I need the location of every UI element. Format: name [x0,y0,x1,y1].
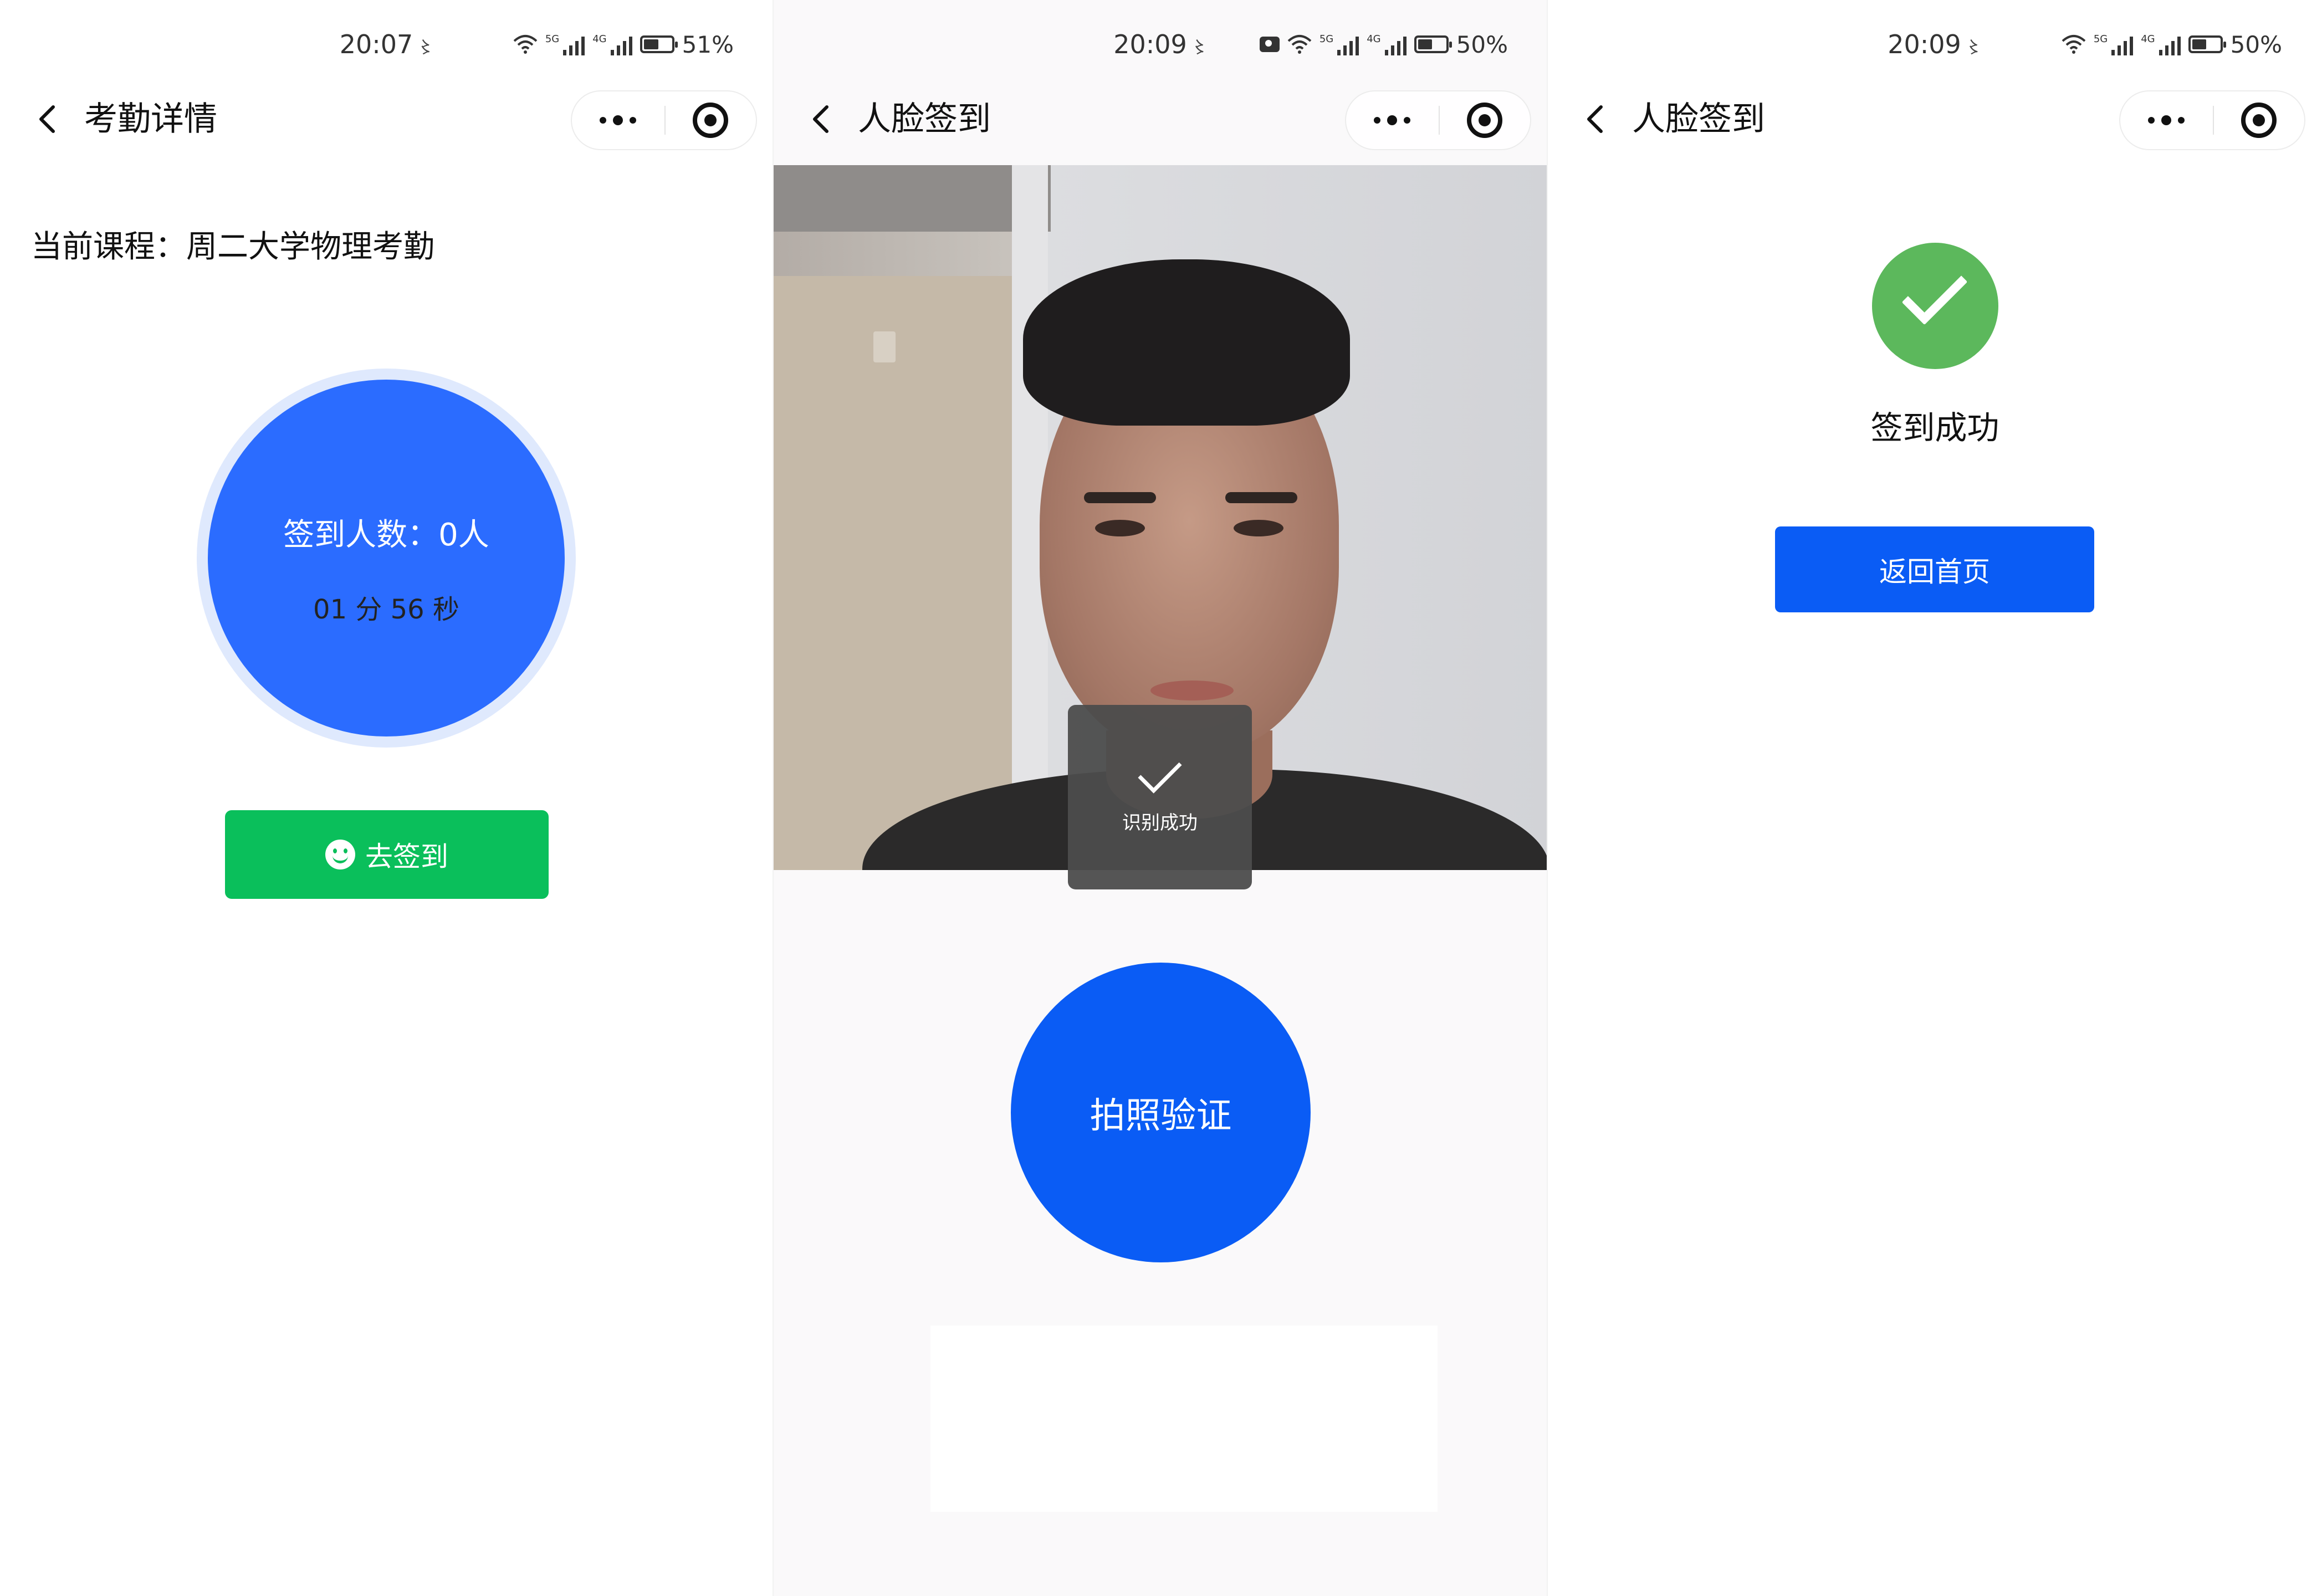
go-checkin-label: 去签到 [365,841,448,873]
close-mini-program-icon[interactable] [2213,91,2304,149]
status-bar: 20:07 〻 5G 4G 51% [0,22,774,66]
nav-bar: 人脸签到 [774,86,1548,152]
close-mini-program-icon[interactable] [664,91,756,149]
face-checkin-screen: 20:09 〻 5G 4G 50% 人脸签到 识别成功 拍照验证 [774,0,1548,1596]
status-time: 20:09 [1888,29,1961,59]
back-icon[interactable] [33,104,64,135]
status-bar: 20:09 〻 5G 4G 50% [774,22,1548,66]
battery-icon [1414,35,1452,53]
current-course: 当前课程：周二大学物理考勤 [31,229,434,265]
signal-icon: 5G [2094,33,2134,55]
more-icon[interactable] [2120,91,2212,149]
page-title: 人脸签到 [858,100,991,139]
more-icon[interactable] [1346,91,1438,149]
check-icon [1138,749,1182,794]
wifi-icon [1287,35,1312,54]
more-icon[interactable] [572,91,663,149]
vowifi-icon: 〻 [1965,38,1982,58]
photo-verify-label: 拍照验证 [1090,1095,1232,1137]
back-home-label: 返回首页 [1879,555,1990,588]
battery-icon [2188,35,2226,53]
checkin-timer: 01 分 56 秒 [313,594,459,625]
checkin-result-screen: 20:09 〻 5G 4G 50% 人脸签到 签到成功 返回首页 [1548,0,2322,1596]
battery-percent: 50% [1456,30,1508,58]
close-mini-program-icon[interactable] [1439,91,1530,149]
wifi-icon [2062,35,2086,54]
status-time: 20:07 [339,29,413,59]
recognition-success-toast: 识别成功 [1068,705,1252,889]
blank-card [930,1326,1438,1512]
page-title: 考勤详情 [84,100,217,139]
check-icon [1901,259,1968,325]
nav-bar: 考勤详情 [0,86,774,152]
battery-percent: 50% [2230,30,2282,58]
vowifi-icon: 〻 [417,38,434,58]
mini-program-capsule [2119,90,2305,150]
back-icon[interactable] [807,104,838,135]
toast-text: 识别成功 [1122,812,1198,834]
signal-icon: 4G [592,33,632,55]
wifi-icon [513,35,538,54]
vowifi-icon: 〻 [1191,38,1208,58]
camera-icon [1259,37,1280,52]
smile-icon [325,840,355,869]
signal-icon: 4G [1367,33,1407,55]
signal-icon: 5G [545,33,585,55]
page-title: 人脸签到 [1632,100,1765,139]
back-home-button[interactable]: 返回首页 [1775,526,2094,612]
back-icon[interactable] [1581,104,1612,135]
status-time: 20:09 [1113,29,1187,59]
battery-percent: 51% [682,30,734,58]
checkin-count: 签到人数：0人 [283,517,489,553]
signal-icon: 4G [2141,33,2181,55]
photo-verify-button[interactable]: 拍照验证 [1011,963,1311,1262]
nav-bar: 人脸签到 [1548,86,2322,152]
checkin-status-circle: 签到人数：0人 01 分 56 秒 [197,369,576,748]
status-bar: 20:09 〻 5G 4G 50% [1548,22,2322,66]
mini-program-capsule [571,90,757,150]
attendance-detail-screen: 20:07 〻 5G 4G 51% 考勤详情 当前课程：周二大学物理考勤 签到人数… [0,0,774,1596]
battery-icon [640,35,678,53]
signal-icon: 5G [1319,33,1359,55]
result-text: 签到成功 [1870,409,1999,447]
go-checkin-button[interactable]: 去签到 [225,810,549,899]
success-icon [1872,243,1998,369]
mini-program-capsule [1345,90,1531,150]
